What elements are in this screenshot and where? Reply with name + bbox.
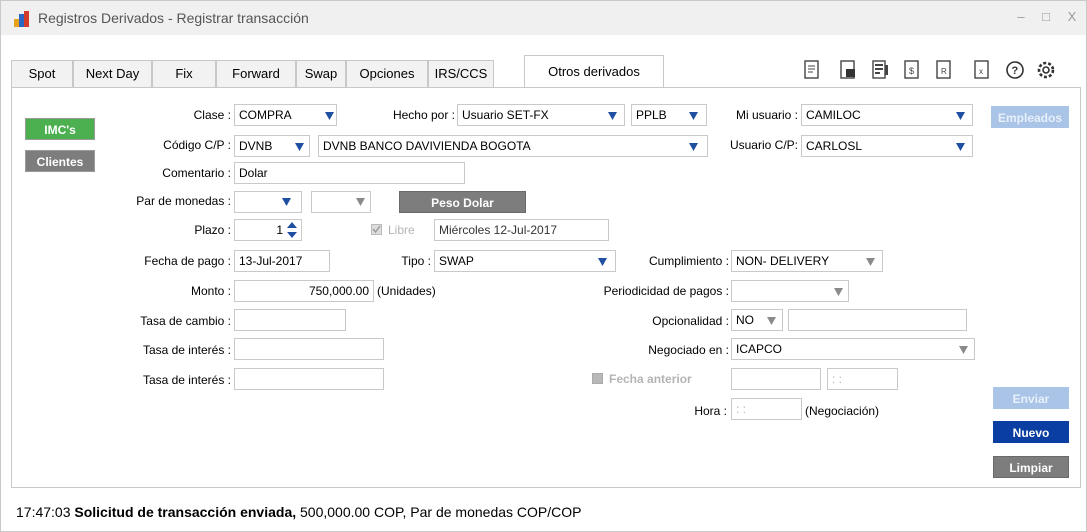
tipo-select[interactable]: SWAP	[434, 250, 616, 272]
tab-opciones[interactable]: Opciones	[346, 60, 428, 88]
help-icon[interactable]: ?	[1004, 59, 1026, 81]
status-message-bold: Solicitud de transacción enviada,	[74, 504, 297, 520]
monto-input[interactable]: 750,000.00	[234, 280, 374, 302]
svg-text:x: x	[979, 67, 983, 76]
tab-forward[interactable]: Forward	[216, 60, 296, 88]
tab-spot[interactable]: Spot	[11, 60, 73, 88]
app-logo-icon	[14, 11, 29, 27]
comentario-label: Comentario :	[162, 166, 231, 180]
tasa-cambio-label: Tasa de cambio :	[140, 314, 231, 328]
fecha-anterior-time-input[interactable]: : :	[827, 368, 898, 390]
negociado-chevron-down-icon[interactable]	[959, 345, 968, 355]
par-monedas-2-chevron-down-icon[interactable]	[356, 197, 365, 207]
svg-text:?: ?	[1012, 65, 1019, 77]
gear-icon[interactable]	[1035, 59, 1057, 81]
status-time: 17:47:03	[16, 504, 71, 520]
status-bar: 17:47:03 Solicitud de transacción enviad…	[16, 504, 581, 520]
tasa-cambio-input[interactable]	[234, 309, 346, 331]
tab-otros-derivados[interactable]: Otros derivados	[524, 55, 664, 88]
tasa-interes-1-label: Tasa de interés :	[142, 343, 231, 357]
fecha-anterior-date-input[interactable]	[731, 368, 821, 390]
periodicidad-select[interactable]	[731, 280, 849, 302]
codigo-cp-label: Código C/P :	[163, 138, 231, 152]
title-bar: Registros Derivados - Registrar transacc…	[1, 1, 1086, 35]
comentario-input[interactable]: Dolar	[234, 162, 465, 184]
r-document-icon[interactable]: R	[933, 59, 955, 81]
clase-chevron-down-icon[interactable]	[325, 111, 334, 121]
nuevo-button[interactable]: Nuevo	[993, 421, 1069, 443]
tasa-interes-2-label: Tasa de interés :	[142, 373, 231, 387]
x-document-icon[interactable]: x	[971, 59, 993, 81]
par-monedas-label: Par de monedas :	[136, 194, 231, 208]
clase-select[interactable]: COMPRA	[234, 104, 337, 126]
codigo-cp-name-chevron-down-icon[interactable]	[689, 142, 698, 152]
window-title: Registros Derivados - Registrar transacc…	[38, 10, 309, 26]
periodicidad-label: Periodicidad de pagos :	[603, 284, 729, 298]
usuario-cp-label: Usuario C/P:	[729, 138, 798, 152]
mi-usuario-label: Mi usuario :	[735, 108, 798, 122]
tasa-interes-2-input[interactable]	[234, 368, 384, 390]
hora-note: (Negociación)	[805, 404, 880, 418]
enviar-button[interactable]: Enviar	[993, 387, 1069, 409]
opcionalidad-label: Opcionalidad :	[652, 314, 729, 328]
cumplimiento-select[interactable]: NON- DELIVERY	[731, 250, 883, 272]
clientes-button[interactable]: Clientes	[25, 150, 95, 172]
fecha-anterior-checkbox-icon[interactable]	[592, 373, 603, 384]
cumplimiento-chevron-down-icon[interactable]	[866, 257, 875, 267]
negociado-select[interactable]: ICAPCO	[731, 338, 975, 360]
cumplimiento-label: Cumplimiento :	[648, 254, 729, 268]
hora-label: Hora :	[694, 404, 727, 418]
svg-text:$: $	[909, 66, 914, 76]
maximize-button[interactable]: □	[1036, 9, 1056, 24]
opcionalidad-chevron-down-icon[interactable]	[767, 316, 776, 326]
codigo-cp-chevron-down-icon[interactable]	[295, 142, 304, 152]
opcionalidad-extra-input[interactable]	[788, 309, 967, 331]
mi-usuario-select[interactable]: CAMILOC	[801, 104, 973, 126]
monto-label: Monto :	[190, 284, 231, 298]
libre-checkbox-icon[interactable]	[371, 224, 382, 235]
usuario-cp-select[interactable]: CARLOSL	[801, 135, 973, 157]
negociado-label: Negociado en :	[648, 343, 729, 357]
monto-unit-label: (Unidades)	[377, 284, 436, 298]
par-monedas-1-select[interactable]	[234, 191, 302, 213]
hecho-por-label: Hecho por :	[392, 108, 455, 122]
tab-next-day[interactable]: Next Day	[73, 60, 152, 88]
tipo-label: Tipo :	[401, 254, 431, 268]
lb-document-icon[interactable]	[837, 59, 859, 81]
app-window: Registros Derivados - Registrar transacc…	[0, 0, 1087, 532]
svg-text:R: R	[941, 67, 947, 76]
fecha-anterior-label: Fecha anterior	[609, 372, 692, 386]
usuario-cp-chevron-down-icon[interactable]	[956, 142, 965, 152]
hora-input[interactable]: : :	[731, 398, 802, 420]
libre-date-field: Miércoles 12-Jul-2017	[434, 219, 609, 241]
hecho-por-select[interactable]: Usuario SET-FX	[457, 104, 625, 126]
limpiar-button[interactable]: Limpiar	[993, 456, 1069, 478]
tasa-interes-1-input[interactable]	[234, 338, 384, 360]
mi-usuario-chevron-down-icon[interactable]	[956, 111, 965, 121]
tab-irs-ccs[interactable]: IRS/CCS	[428, 60, 494, 88]
clase-label: Clase :	[193, 108, 231, 122]
close-button[interactable]: X	[1062, 9, 1082, 24]
fecha-pago-input[interactable]: 13-Jul-2017	[234, 250, 330, 272]
dollar-document-icon[interactable]: $	[901, 59, 923, 81]
plazo-label: Plazo :	[194, 223, 231, 237]
hecho-por-chevron-down-icon[interactable]	[608, 111, 617, 121]
report-icon[interactable]	[869, 59, 891, 81]
document-icon[interactable]	[801, 59, 823, 81]
status-message-rest: 500,000.00 COP, Par de monedas COP/COP	[300, 504, 582, 520]
plazo-spinner-icon[interactable]	[286, 221, 298, 239]
peso-dolar-button[interactable]: Peso Dolar	[399, 191, 526, 213]
codigo-cp-name-select[interactable]: DVNB BANCO DAVIVIENDA BOGOTA	[318, 135, 708, 157]
periodicidad-chevron-down-icon[interactable]	[834, 287, 843, 297]
empleados-button[interactable]: Empleados	[991, 106, 1069, 128]
libre-label: Libre	[388, 223, 415, 237]
par-monedas-1-chevron-down-icon[interactable]	[282, 197, 291, 207]
minimize-button[interactable]: –	[1011, 9, 1031, 24]
tab-swap[interactable]: Swap	[296, 60, 346, 88]
fecha-pago-label: Fecha de pago :	[144, 254, 231, 268]
tab-fix[interactable]: Fix	[152, 60, 216, 88]
tipo-chevron-down-icon[interactable]	[598, 257, 607, 267]
hecho-por-code-chevron-down-icon[interactable]	[689, 111, 698, 121]
imcs-button[interactable]: IMC's	[25, 118, 95, 140]
